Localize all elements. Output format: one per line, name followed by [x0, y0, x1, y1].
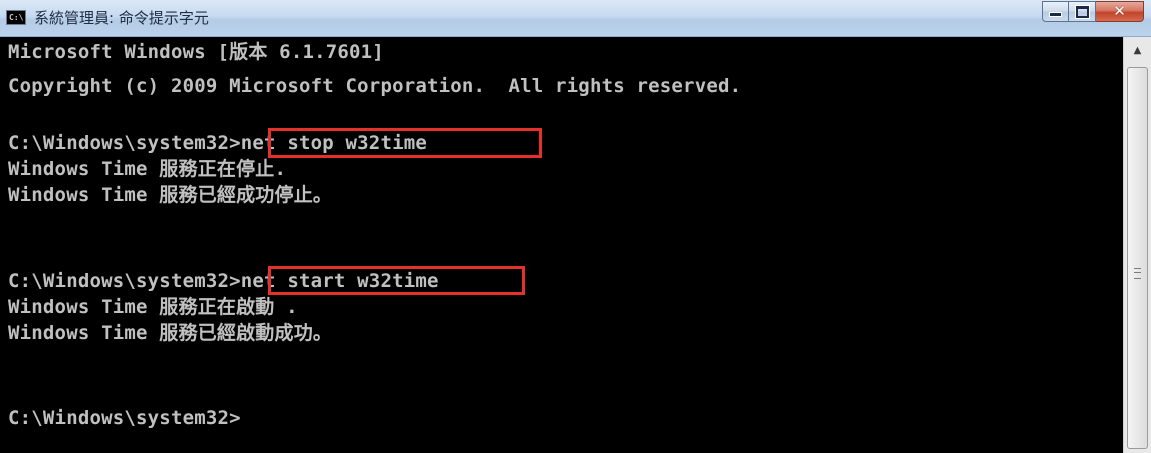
maximize-icon: [1075, 5, 1089, 18]
vertical-scrollbar[interactable]: ▲: [1123, 37, 1151, 453]
window-title: 系統管理員: 命令提示字元: [34, 9, 209, 27]
console-output[interactable]: Microsoft Windows [版本 6.1.7601] Copyrigh…: [0, 37, 1123, 453]
minimize-button[interactable]: [1042, 1, 1069, 22]
grip-icon: [1134, 268, 1141, 279]
highlight-stop-command: [268, 128, 542, 158]
scroll-up-button[interactable]: ▲: [1125, 37, 1150, 63]
close-icon: ✕: [1113, 2, 1126, 20]
title-bar[interactable]: C:\ 系統管理員: 命令提示字元 ✕: [0, 0, 1151, 37]
cmd-icon[interactable]: C:\: [6, 10, 26, 25]
scroll-thumb[interactable]: [1127, 67, 1148, 449]
maximize-button[interactable]: [1069, 1, 1096, 22]
console-prompt: C:\Windows\system32>: [8, 407, 241, 429]
close-button[interactable]: ✕: [1096, 1, 1144, 22]
window-controls: ✕: [1042, 1, 1144, 23]
console-line-version: Microsoft Windows [版本 6.1.7601]: [8, 41, 384, 63]
arrow-up-icon: ▲: [1133, 44, 1142, 56]
console-line-stopping: Windows Time 服務正在停止.: [8, 158, 287, 180]
minimize-icon: [1049, 12, 1062, 17]
console-line-starting: Windows Time 服務正在啟動 .: [8, 296, 298, 318]
console-line-copyright: Copyright (c) 2009 Microsoft Corporation…: [8, 75, 742, 97]
highlight-start-command: [268, 266, 525, 295]
console-line-stopped: Windows Time 服務已經成功停止。: [8, 184, 333, 206]
console-line-started: Windows Time 服務已經啟動成功。: [8, 322, 333, 344]
